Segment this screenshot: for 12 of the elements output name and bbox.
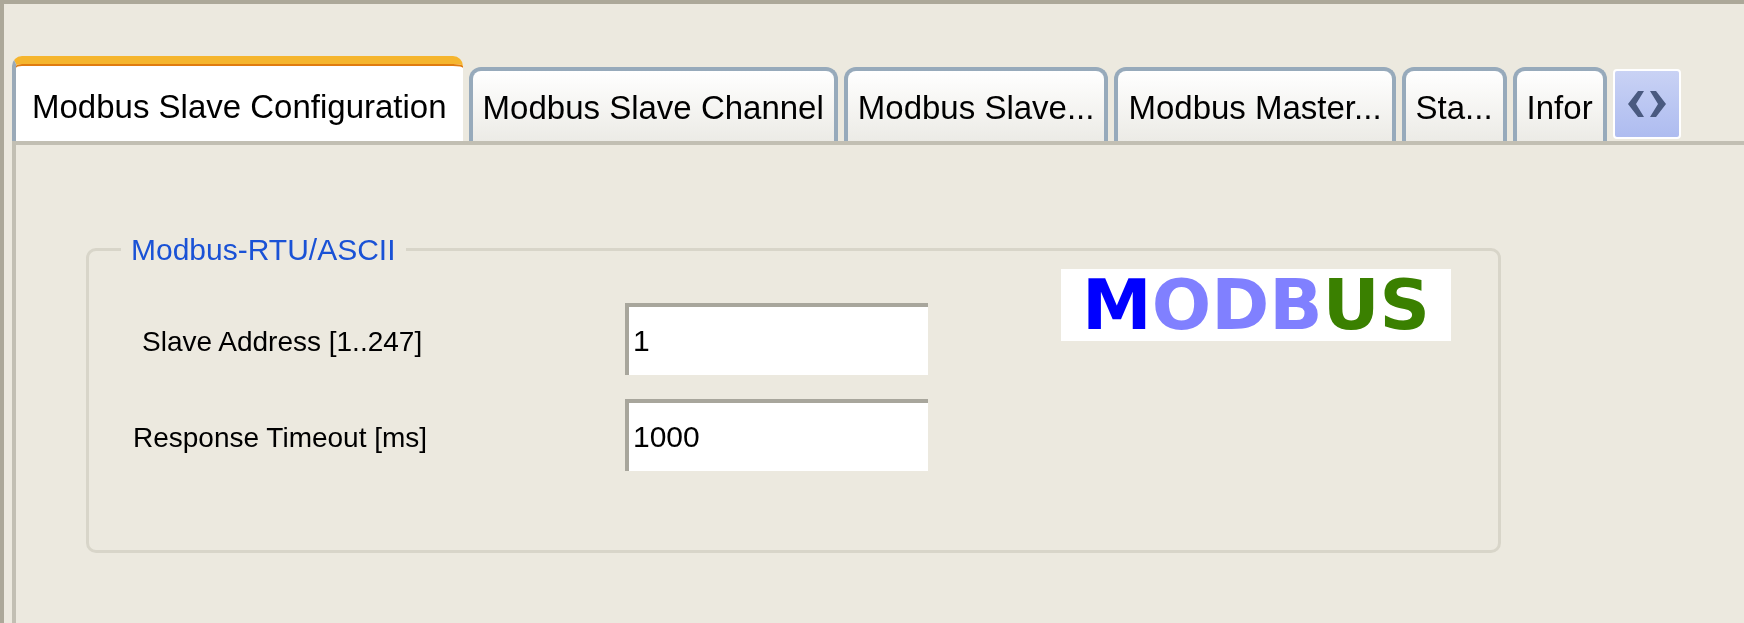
- tab[interactable]: Modbus Master...: [1114, 67, 1396, 141]
- tab[interactable]: Modbus Slave Configuration: [12, 56, 463, 141]
- tab[interactable]: Infor: [1512, 67, 1607, 141]
- tab-scroll-button[interactable]: [1612, 69, 1681, 139]
- tab[interactable]: Modbus Slave...: [843, 67, 1109, 141]
- input-field[interactable]: 1: [625, 303, 928, 375]
- modbus-logo: MODBUS: [1061, 269, 1451, 341]
- field-label: Response Timeout [ms]: [133, 421, 428, 455]
- field-label: Slave Address [1..247]: [142, 325, 423, 359]
- tab[interactable]: Sta...: [1401, 67, 1507, 141]
- input-field[interactable]: 1000: [625, 399, 928, 471]
- tab[interactable]: Modbus Slave Channel: [468, 67, 838, 141]
